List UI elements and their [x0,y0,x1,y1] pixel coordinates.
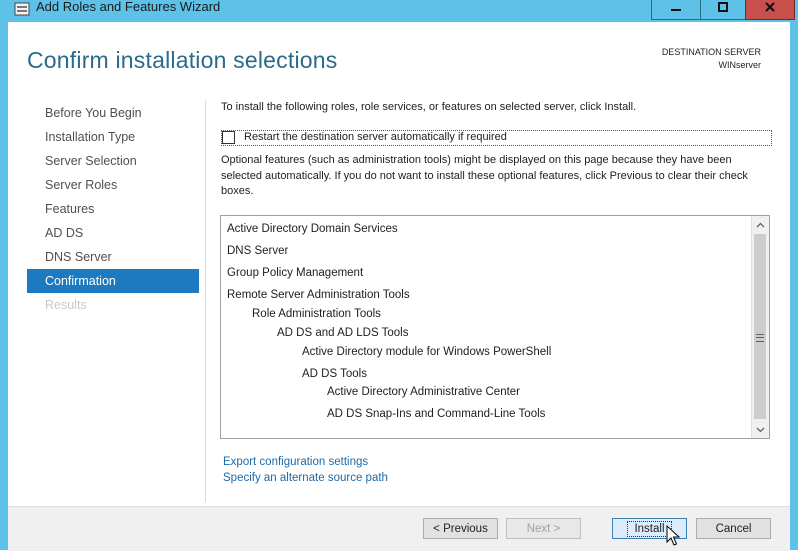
maximize-icon [718,1,728,12]
previous-button[interactable]: < Previous [423,518,498,539]
scroll-up-button[interactable] [752,216,769,233]
export-configuration-link[interactable]: Export configuration settings [223,456,368,468]
list-item: Role Administration Tools [252,308,381,320]
list-item: DNS Server [227,245,289,257]
list-item: Remote Server Administration Tools [227,289,410,301]
list-item: Active Directory Administrative Center [327,386,521,398]
list-item: AD DS Snap-Ins and Command-Line Tools [327,408,546,420]
window-frame-left [0,22,8,550]
chevron-down-icon [756,427,765,432]
list-scrollbar[interactable] [751,216,769,438]
list-item: Active Directory Domain Services [227,223,398,235]
selections-list[interactable]: Active Directory Domain Services DNS Ser… [220,215,770,439]
nav-item-features[interactable]: Features [27,197,199,221]
page-title: Confirm installation selections [27,47,338,73]
wizard-nav: Before You Begin Installation Type Serve… [27,101,199,317]
next-button: Next > [506,518,581,539]
grip-icon [756,334,764,342]
restart-option[interactable]: Restart the destination server automatic… [221,130,772,146]
close-icon [765,1,775,12]
list-item: Active Directory module for Windows Powe… [302,346,552,358]
minimize-icon [671,8,681,11]
server-manager-icon [14,2,30,16]
scroll-thumb[interactable] [754,234,766,419]
alternate-source-link[interactable]: Specify an alternate source path [223,472,388,484]
nav-item-dns-server[interactable]: DNS Server [27,245,199,269]
maximize-button[interactable] [700,0,746,20]
intro-text: To install the following roles, role ser… [221,101,637,113]
list-item: AD DS Tools [302,368,367,380]
nav-item-server-selection[interactable]: Server Selection [27,149,199,173]
nav-item-installation-type[interactable]: Installation Type [27,125,199,149]
nav-item-ad-ds[interactable]: AD DS [27,221,199,245]
nav-item-before-you-begin[interactable]: Before You Begin [27,101,199,125]
nav-item-confirmation[interactable]: Confirmation [27,269,199,293]
window-title: Add Roles and Features Wizard [36,0,221,14]
scroll-down-button[interactable] [752,421,769,438]
optional-features-note: Optional features (such as administratio… [221,154,748,197]
nav-divider [205,100,206,502]
cancel-button[interactable]: Cancel [696,518,771,539]
minimize-button[interactable] [651,0,701,20]
nav-item-results: Results [45,298,87,312]
destination-server-name: WINserver [718,60,762,70]
list-item: AD DS and AD LDS Tools [277,327,409,339]
restart-label[interactable]: Restart the destination server automatic… [244,131,507,144]
restart-checkbox[interactable] [222,131,235,144]
install-button-label: Install [627,520,672,537]
destination-server-label: DESTINATION SERVER [661,47,761,57]
window-frame-right [790,22,798,550]
mouse-pointer-icon [666,525,680,546]
nav-item-server-roles[interactable]: Server Roles [27,173,199,197]
chevron-up-icon [756,222,765,227]
list-item: Group Policy Management [227,267,364,279]
close-button[interactable] [745,0,795,20]
